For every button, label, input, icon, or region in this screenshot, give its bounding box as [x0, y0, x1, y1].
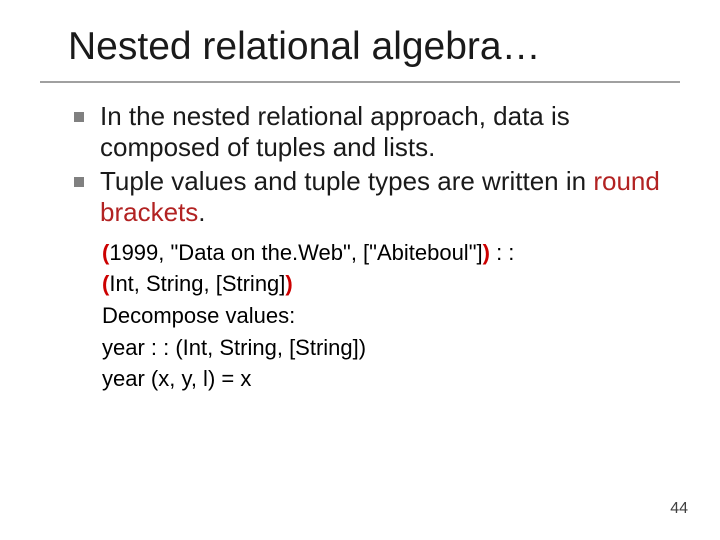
page-number: 44 — [670, 500, 688, 518]
bullet-text-pre: Tuple values and tuple types are written… — [100, 166, 593, 196]
bullet-item: In the nested relational approach, data … — [100, 101, 660, 162]
paren-close: ) — [483, 240, 490, 265]
bullet-item: Tuple values and tuple types are written… — [100, 166, 660, 227]
code-text: 1999, "Data on the.Web", ["Abiteboul"] — [109, 240, 482, 265]
code-line: (1999, "Data on the.Web", ["Abiteboul"])… — [102, 238, 660, 268]
code-text: Int, String, [String] — [109, 271, 285, 296]
code-line: (Int, String, [String]) — [102, 269, 660, 299]
slide-title: Nested relational algebra… — [40, 25, 680, 69]
code-line: year : : (Int, String, [String]) — [102, 333, 660, 363]
code-line: year (x, y, l) = x — [102, 364, 660, 394]
bullet-text: In the nested relational approach, data … — [100, 101, 570, 162]
title-underline — [40, 81, 680, 83]
slide: Nested relational algebra… In the nested… — [0, 0, 720, 540]
code-line: Decompose values: — [102, 301, 660, 331]
code-block: (1999, "Data on the.Web", ["Abiteboul"])… — [40, 238, 680, 394]
paren-close: ) — [285, 271, 292, 296]
bullet-text-post: . — [198, 197, 205, 227]
code-text: : : — [490, 240, 514, 265]
bullet-list: In the nested relational approach, data … — [40, 101, 680, 228]
